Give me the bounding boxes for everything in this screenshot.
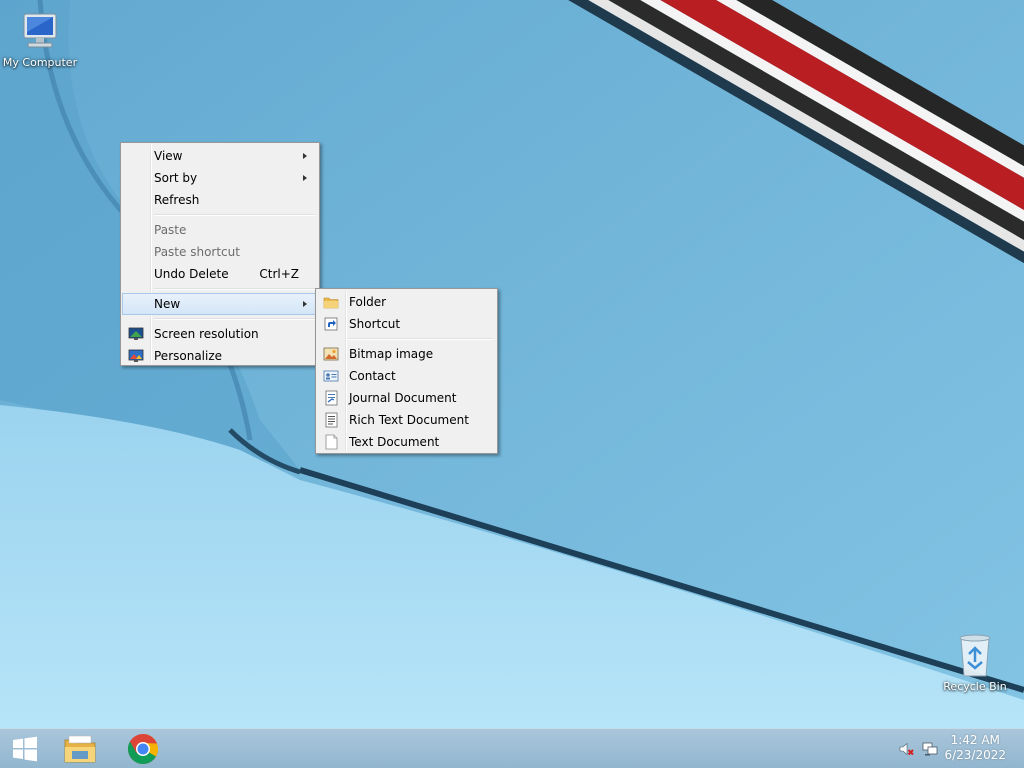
menu-item-label: View <box>154 149 183 163</box>
menu-item-label: Bitmap image <box>349 347 434 361</box>
taskbar-clock[interactable]: 1:42 AM 6/23/2022 <box>944 733 1006 763</box>
taskbar-file-explorer-button[interactable] <box>58 731 102 767</box>
screen-resolution-icon <box>128 327 144 340</box>
taskbar-chrome-button[interactable] <box>121 731 165 767</box>
submenu-item-contact[interactable]: Contact <box>318 365 495 387</box>
menu-item-label: Text Document <box>349 435 440 449</box>
windows-logo-icon <box>13 736 37 762</box>
desktop-icon-my-computer[interactable]: My Computer <box>0 10 80 69</box>
folder-icon <box>323 297 339 309</box>
menu-item-paste[interactable]: Paste <box>123 219 317 241</box>
menu-item-label: Folder <box>349 295 387 309</box>
submenu-item-text-document[interactable]: Text Document <box>318 431 495 453</box>
desktop-context-menu: View Sort by Refresh Paste Paste shortcu… <box>120 142 320 366</box>
menu-item-personalize[interactable]: Personalize <box>123 345 317 367</box>
submenu-arrow-icon <box>303 301 307 307</box>
menu-item-label: Paste <box>154 223 187 237</box>
new-submenu: Folder Shortcut Bitmap image Contact Jou… <box>315 288 498 454</box>
menu-item-label: Screen resolution <box>154 327 259 341</box>
personalize-icon <box>128 349 144 362</box>
computer-icon <box>23 13 57 48</box>
recycle-bin-icon <box>959 634 991 677</box>
menu-item-label: Journal Document <box>349 391 457 405</box>
submenu-arrow-icon <box>303 175 307 181</box>
menu-item-shortcut: Ctrl+Z <box>259 267 299 281</box>
menu-item-label: Sort by <box>154 171 198 185</box>
submenu-item-journal-document[interactable]: Journal Document <box>318 387 495 409</box>
menu-item-paste-shortcut[interactable]: Paste shortcut <box>123 241 317 263</box>
clock-time: 1:42 AM <box>950 733 1000 747</box>
menu-item-refresh[interactable]: Refresh <box>123 189 317 211</box>
bitmap-image-icon <box>323 347 339 361</box>
menu-item-label: Paste shortcut <box>154 245 240 259</box>
clock-date: 6/23/2022 <box>944 748 1006 762</box>
menu-item-label: Refresh <box>154 193 200 207</box>
desktop-icon-label: My Computer <box>2 56 78 69</box>
start-button[interactable] <box>3 731 47 767</box>
contact-icon <box>323 370 339 382</box>
menu-item-label: Contact <box>349 369 396 383</box>
menu-item-new[interactable]: New <box>122 293 318 315</box>
shortcut-icon <box>324 317 338 331</box>
menu-item-view[interactable]: View <box>123 145 317 167</box>
submenu-item-bitmap-image[interactable]: Bitmap image <box>318 343 495 365</box>
menu-item-label: Shortcut <box>349 317 401 331</box>
text-document-icon <box>325 434 338 450</box>
journal-document-icon <box>325 390 338 406</box>
desktop-icon-label: Recycle Bin <box>943 680 1007 693</box>
menu-item-label: New <box>154 297 181 311</box>
file-explorer-icon <box>64 735 96 763</box>
menu-item-label: Undo Delete <box>154 267 229 281</box>
submenu-item-rich-text-document[interactable]: Rich Text Document <box>318 409 495 431</box>
taskbar: 1:42 AM 6/23/2022 <box>0 728 1024 768</box>
desktop-icon-recycle-bin[interactable]: Recycle Bin <box>935 632 1015 693</box>
menu-item-label: Personalize <box>154 349 223 363</box>
menu-separator <box>154 318 315 320</box>
rich-text-document-icon <box>325 412 338 428</box>
menu-item-label: Rich Text Document <box>349 413 469 427</box>
menu-item-screen-resolution[interactable]: Screen resolution <box>123 323 317 345</box>
chrome-icon <box>128 734 158 764</box>
submenu-arrow-icon <box>303 153 307 159</box>
menu-separator <box>349 338 493 340</box>
submenu-item-shortcut[interactable]: Shortcut <box>318 313 495 335</box>
menu-separator <box>154 214 315 216</box>
desktop[interactable]: My Computer Recycle Bin View Sort by Ref… <box>0 0 1024 728</box>
volume-muted-icon[interactable] <box>898 741 914 757</box>
menu-item-sort-by[interactable]: Sort by <box>123 167 317 189</box>
menu-item-undo-delete[interactable]: Undo Delete Ctrl+Z <box>123 263 317 285</box>
submenu-item-folder[interactable]: Folder <box>318 291 495 313</box>
menu-separator <box>154 288 315 290</box>
network-icon[interactable] <box>922 741 938 757</box>
